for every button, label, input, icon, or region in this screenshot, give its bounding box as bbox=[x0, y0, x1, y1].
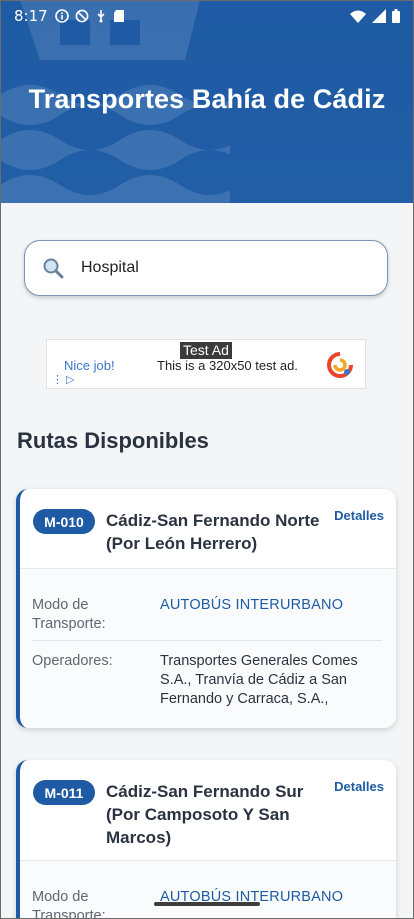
status-bar: 8:17 bbox=[0, 0, 414, 32]
ad-description: This is a 320x50 test ad. bbox=[157, 358, 298, 373]
operators-value: Transportes Generales Comes S.A., Tranví… bbox=[160, 653, 358, 707]
route-card-header: M-010 Cádiz-San Fernando Norte (Por León… bbox=[20, 489, 396, 569]
info-icon bbox=[54, 9, 69, 23]
search-icon bbox=[41, 256, 65, 280]
route-card-body: Modo de Transporte: AUTOBÚS INTERURBANO bbox=[20, 860, 396, 919]
ad-logo-icon bbox=[327, 352, 353, 378]
mode-value: AUTOBÚS INTERURBANO bbox=[160, 597, 344, 613]
status-time: 8:17 bbox=[14, 7, 48, 25]
sd-card-icon bbox=[113, 10, 124, 22]
route-card-body: Modo de Transporte: AUTOBÚS INTERURBANO … bbox=[20, 568, 396, 728]
ad-choices-icon[interactable]: ⋮ ▷ bbox=[52, 373, 75, 386]
details-link[interactable]: Detalles bbox=[334, 779, 384, 794]
section-title: Rutas Disponibles bbox=[17, 428, 209, 453]
route-card[interactable]: M-011 Cádiz-San Fernando Sur (Por Campos… bbox=[16, 760, 396, 919]
search-bar[interactable] bbox=[24, 240, 388, 296]
route-code-badge: M-011 bbox=[33, 780, 95, 805]
home-indicator[interactable] bbox=[154, 902, 260, 906]
mode-row: Modo de Transporte: AUTOBÚS INTERURBANO bbox=[32, 596, 382, 636]
mode-label: Modo de Transporte: bbox=[32, 889, 106, 919]
operators-row: Operadores: Transportes Generales Comes … bbox=[32, 652, 382, 712]
route-card[interactable]: M-010 Cádiz-San Fernando Norte (Por León… bbox=[16, 489, 396, 728]
route-code-badge: M-010 bbox=[33, 509, 95, 534]
operators-label: Operadores: bbox=[32, 653, 113, 669]
mode-label: Modo de Transporte: bbox=[32, 597, 106, 632]
blocked-icon bbox=[75, 9, 89, 23]
test-ad-banner[interactable]: Test Ad Nice job! This is a 320x50 test … bbox=[46, 339, 366, 389]
search-input[interactable] bbox=[81, 259, 351, 277]
ad-headline[interactable]: Nice job! bbox=[64, 358, 115, 373]
battery-icon bbox=[392, 9, 400, 23]
app-title: Transportes Bahía de Cádiz bbox=[28, 84, 386, 114]
usb-icon bbox=[97, 10, 105, 23]
route-name: Cádiz-San Fernando Norte (Por León Herre… bbox=[106, 511, 320, 553]
wifi-icon bbox=[350, 10, 366, 23]
route-card-header: M-011 Cádiz-San Fernando Sur (Por Campos… bbox=[20, 760, 396, 847]
details-link[interactable]: Detalles bbox=[334, 508, 384, 523]
row-divider bbox=[32, 640, 382, 641]
route-name: Cádiz-San Fernando Sur (Por Camposoto Y … bbox=[106, 782, 304, 847]
app-header: 8:17 Transportes Bahía de Cádiz bbox=[0, 0, 414, 203]
ad-label: Test Ad bbox=[180, 342, 232, 359]
signal-icon bbox=[372, 9, 386, 23]
